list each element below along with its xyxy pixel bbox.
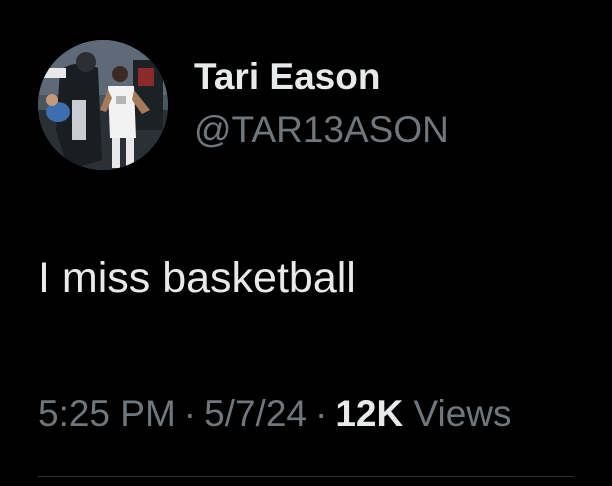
divider (38, 476, 574, 477)
avatar-photo (38, 40, 168, 170)
views-count[interactable]: 12K (335, 393, 403, 434)
tweet-text: I miss basketball (38, 254, 356, 302)
tweet-time[interactable]: 5:25 PM (38, 393, 176, 434)
meta-separator: · (183, 393, 197, 434)
meta-separator: · (315, 393, 328, 434)
profile-avatar[interactable] (38, 40, 168, 170)
tweet-date[interactable]: 5/7/24 (204, 393, 307, 434)
author-display-name[interactable]: Tari Eason (194, 56, 380, 98)
author-handle[interactable]: @TAR13ASON (194, 109, 449, 151)
tweet-card: Tari Eason @TAR13ASON I miss basketball … (0, 0, 612, 486)
views-label[interactable]: Views (414, 393, 512, 434)
tweet-meta: 5:25 PM · 5/7/24 · 12K Views (38, 393, 512, 435)
